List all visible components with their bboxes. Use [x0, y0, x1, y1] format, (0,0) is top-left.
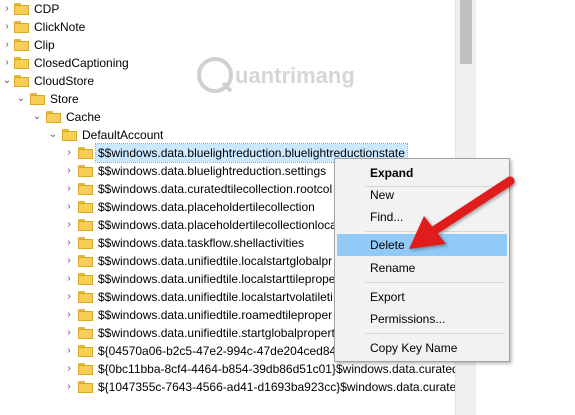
folder-icon [14, 3, 29, 15]
menu-item-label: Expand [370, 166, 414, 180]
folder-icon [14, 39, 29, 51]
chevron-right-icon[interactable]: › [64, 324, 74, 342]
tree-item-label: ClickNote [34, 20, 86, 34]
folder-icon [62, 129, 77, 141]
tree-item-cloudstore[interactable]: ⌄ CloudStore [0, 72, 455, 90]
menu-item-export[interactable]: Export [337, 286, 507, 308]
tree-item-closedcaptioning[interactable]: › ClosedCaptioning [0, 54, 455, 72]
chevron-right-icon[interactable]: › [64, 360, 74, 378]
folder-icon [78, 183, 93, 195]
folder-icon [78, 309, 93, 321]
tree-item-label: $$windows.data.taskflow.shellactivities [98, 236, 305, 250]
chevron-right-icon[interactable]: › [2, 18, 12, 36]
tree-item-label: $$windows.data.bluelightreduction.settin… [98, 164, 327, 178]
menu-item-label: Copy Key Name [370, 341, 458, 355]
folder-icon [78, 345, 93, 357]
tree-item-label: ClosedCaptioning [34, 56, 129, 70]
folder-icon [78, 219, 93, 231]
tree-item[interactable]: › ${1047355c-7643-4566-ad41-d1693ba923cc… [0, 378, 455, 396]
folder-icon [30, 93, 45, 105]
folder-icon [78, 381, 93, 393]
menu-separator [365, 333, 505, 334]
tree-item-label: $$windows.data.unifiedtile.startglobalpr… [98, 326, 335, 340]
tree-item-label: $$windows.data.curatedtilecollection.roo… [98, 182, 333, 196]
context-menu: Expand New Find... Delete Rename Export … [334, 158, 510, 362]
folder-icon [78, 273, 93, 285]
folder-icon [78, 201, 93, 213]
chevron-right-icon[interactable]: › [64, 198, 74, 216]
folder-icon [78, 147, 93, 159]
tree-item-label: ${04570a06-b2c5-47e2-994c-47de204ced84}$… [98, 344, 356, 358]
menu-item-new[interactable]: New [337, 184, 507, 206]
menu-item-label: Export [370, 290, 405, 304]
folder-icon [14, 75, 29, 87]
folder-icon [78, 255, 93, 267]
chevron-down-icon[interactable]: ⌄ [16, 90, 26, 108]
chevron-right-icon[interactable]: › [64, 288, 74, 306]
chevron-right-icon[interactable]: › [64, 252, 74, 270]
menu-separator [365, 231, 505, 232]
chevron-right-icon[interactable]: › [2, 36, 12, 54]
tree-item[interactable]: › ${0bc11bba-8cf4-4464-b854-39db86d51c01… [0, 360, 455, 378]
menu-item-expand[interactable]: Expand [337, 162, 507, 184]
tree-item-cdp[interactable]: › CDP [0, 0, 455, 18]
chevron-down-icon[interactable]: ⌄ [48, 126, 58, 144]
tree-item-clip[interactable]: › Clip [0, 36, 455, 54]
chevron-down-icon[interactable]: ⌄ [32, 108, 42, 126]
scrollbar-thumb[interactable] [460, 0, 472, 64]
folder-icon [46, 111, 61, 123]
tree-item-label: ${1047355c-7643-4566-ad41-d1693ba923cc}$… [98, 380, 455, 394]
tree-item-label: $$windows.data.unifiedtile.localstartvol… [98, 290, 333, 304]
folder-icon [14, 21, 29, 33]
folder-icon [78, 363, 93, 375]
chevron-right-icon[interactable]: › [64, 270, 74, 288]
menu-item-label: Delete [370, 238, 405, 252]
tree-item-clicknote[interactable]: › ClickNote [0, 18, 455, 36]
tree-item-label: CloudStore [34, 74, 95, 88]
menu-separator [365, 282, 505, 283]
chevron-right-icon[interactable]: › [64, 306, 74, 324]
menu-item-label: New [370, 188, 395, 202]
chevron-right-icon[interactable]: › [64, 234, 74, 252]
menu-item-find[interactable]: Find... [337, 206, 507, 228]
tree-item-label: $$windows.data.unifiedtile.localstartglo… [98, 254, 333, 268]
menu-item-copy-key-name[interactable]: Copy Key Name [337, 337, 507, 359]
tree-item-cache[interactable]: ⌄ Cache [0, 108, 455, 126]
chevron-right-icon[interactable]: › [64, 162, 74, 180]
tree-item-store[interactable]: ⌄ Store [0, 90, 455, 108]
menu-item-label: Rename [370, 261, 416, 275]
menu-item-permissions[interactable]: Permissions... [337, 308, 507, 330]
chevron-down-icon[interactable]: ⌄ [2, 72, 12, 90]
tree-item-label: Store [50, 92, 79, 106]
folder-icon [78, 165, 93, 177]
folder-icon [14, 57, 29, 69]
tree-item-label: $$windows.data.unifiedtile.roamedtilepro… [98, 308, 333, 322]
folder-icon [78, 291, 93, 303]
chevron-right-icon[interactable]: › [64, 144, 74, 162]
tree-item-defaultaccount[interactable]: ⌄ DefaultAccount [0, 126, 455, 144]
tree-item-label: DefaultAccount [82, 128, 164, 142]
chevron-right-icon[interactable]: › [64, 342, 74, 360]
chevron-right-icon[interactable]: › [2, 0, 12, 18]
menu-item-label: Permissions... [370, 312, 446, 326]
tree-item-label: CDP [34, 2, 60, 16]
tree-item-label: ${0bc11bba-8cf4-4464-b854-39db86d51c01}$… [98, 362, 455, 376]
chevron-right-icon[interactable]: › [64, 216, 74, 234]
chevron-right-icon[interactable]: › [2, 54, 12, 72]
tree-item-label: $$windows.data.placeholdertilecollection… [98, 218, 337, 232]
menu-item-delete[interactable]: Delete [337, 234, 507, 256]
tree-item-label: Clip [34, 38, 55, 52]
tree-item-label: Cache [66, 110, 101, 124]
tree-item-label: $$windows.data.placeholdertilecollection [98, 200, 315, 214]
folder-icon [78, 327, 93, 339]
tree-item-label: $$windows.data.unifiedtile.localstarttil… [98, 272, 336, 286]
chevron-right-icon[interactable]: › [64, 378, 74, 396]
menu-item-label: Find... [370, 210, 404, 224]
chevron-right-icon[interactable]: › [64, 180, 74, 198]
menu-item-rename[interactable]: Rename [337, 257, 507, 279]
folder-icon [78, 237, 93, 249]
